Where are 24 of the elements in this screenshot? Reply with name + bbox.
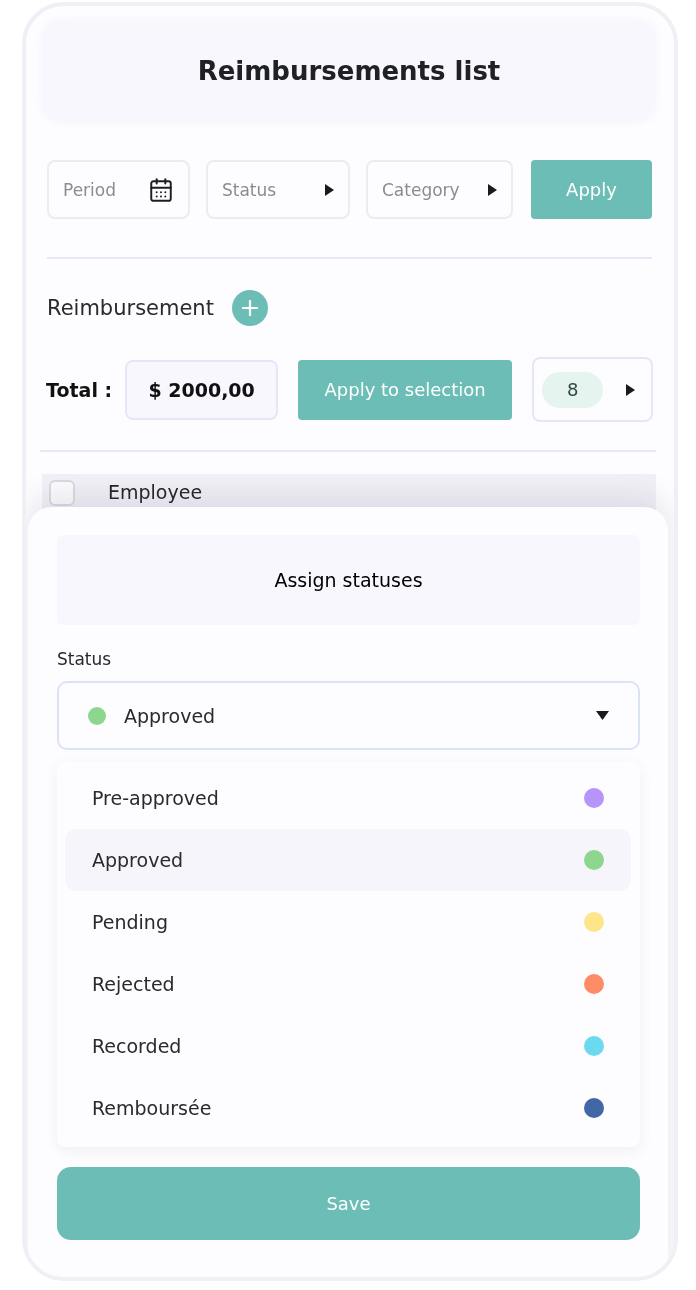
menu-item[interactable]: Pre-approved [65, 767, 631, 829]
checkbox[interactable] [49, 480, 75, 506]
caret-icon [488, 183, 497, 196]
caret-icon [325, 183, 334, 196]
menu-item[interactable]: Approved [65, 829, 631, 891]
page-title: Reimbursements list [197, 56, 501, 86]
column-header: Employee [108, 480, 203, 504]
amount-field[interactable]: $ 2000,00 [125, 359, 279, 420]
menu-item[interactable]: Recorded [65, 1015, 631, 1077]
calendar-icon [148, 176, 174, 203]
page-size-dropdown[interactable]: 8 [532, 357, 654, 422]
section-title: Reimbursement [47, 296, 214, 320]
caret-down-icon [596, 711, 609, 720]
menu-item[interactable]: Rejected [65, 953, 631, 1015]
plus-icon [241, 300, 258, 316]
caret-icon [626, 383, 636, 396]
status-select[interactable]: Approved [57, 681, 640, 750]
field-label: Status [57, 649, 113, 669]
sheet-title: Assign statuses [274, 569, 423, 591]
page-size-value: 8 [542, 371, 604, 408]
menu-item[interactable]: Remboursée [65, 1077, 631, 1139]
add-button[interactable] [231, 290, 268, 326]
total-label: Total : [46, 378, 113, 401]
menu-item[interactable]: Pending [65, 891, 631, 953]
